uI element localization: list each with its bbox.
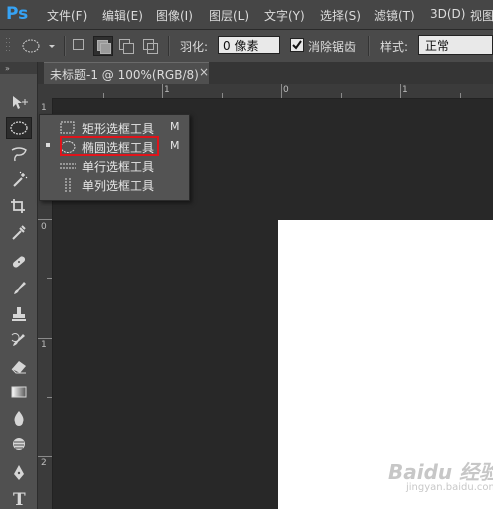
style-select[interactable]: 正常: [418, 35, 493, 55]
flyout-item-single-column-marquee[interactable]: 单列选框工具: [40, 175, 189, 194]
separator: [64, 36, 66, 56]
menu-type[interactable]: 文字(Y): [264, 7, 305, 24]
menu-filter[interactable]: 滤镜(T): [374, 7, 415, 24]
type-tool-icon[interactable]: T: [6, 487, 32, 509]
menu-3d[interactable]: 3D(D): [430, 7, 465, 21]
watermark-subtext: jingyan.baidu.com: [406, 482, 493, 493]
feather-input[interactable]: 0 像素: [218, 36, 280, 54]
magic-wand-tool-icon[interactable]: [6, 169, 32, 191]
single-row-marquee-icon: [60, 163, 76, 169]
subtract-from-selection-icon[interactable]: [118, 38, 134, 54]
dodge-tool-icon[interactable]: [6, 433, 32, 455]
ruler-label: 1: [41, 103, 47, 113]
ruler-label: 1: [402, 85, 408, 95]
add-to-selection-icon[interactable]: [93, 36, 113, 56]
svg-text:»: »: [5, 64, 10, 73]
flyout-item-rect-marquee[interactable]: 矩形选框工具 M: [40, 118, 189, 137]
separator: [368, 36, 370, 56]
clone-stamp-tool-icon[interactable]: [6, 303, 32, 325]
style-label: 样式:: [380, 40, 409, 54]
single-column-marquee-icon: [65, 178, 71, 192]
document-tab-title: 未标题-1 @ 100%(RGB/8): [50, 68, 199, 82]
healing-brush-tool-icon[interactable]: [6, 251, 32, 273]
intersect-selection-icon[interactable]: [142, 38, 158, 54]
history-brush-tool-icon[interactable]: [6, 329, 32, 351]
ruler-label: 2: [41, 458, 47, 468]
ruler-label: 0: [41, 222, 47, 232]
ruler-origin[interactable]: [38, 84, 52, 98]
eyedropper-tool-icon[interactable]: [6, 221, 32, 243]
ruler-label: 1: [164, 85, 170, 95]
move-tool-icon[interactable]: [6, 91, 32, 113]
ellipse-marquee-tool-icon[interactable]: [6, 117, 32, 139]
menu-select[interactable]: 选择(S): [320, 7, 361, 24]
selection-highlight-box: [60, 136, 159, 156]
horizontal-ruler[interactable]: 1 0 1: [38, 84, 493, 99]
pen-tool-icon[interactable]: [6, 461, 32, 483]
antialias-checkbox[interactable]: [290, 38, 304, 52]
antialias-label: 消除锯齿: [308, 40, 357, 54]
separator: [168, 36, 170, 56]
menu-edit[interactable]: 编辑(E): [102, 7, 143, 24]
tools-panel-header[interactable]: »: [0, 62, 37, 74]
brush-tool-icon[interactable]: [6, 277, 32, 299]
flyout-item-single-row-marquee[interactable]: 单行选框工具: [40, 156, 189, 175]
svg-text:T: T: [13, 490, 26, 507]
menu-image[interactable]: 图像(I): [156, 7, 193, 24]
photoshop-logo: Ps: [6, 4, 29, 24]
ruler-label: 0: [283, 85, 289, 95]
flyout-item-label: 单列选框工具: [82, 179, 155, 193]
flyout-item-label: 单行选框工具: [82, 160, 155, 174]
options-grip-icon: [4, 36, 12, 56]
baidu-watermark: Baidu 经验 jingyan.baidu.com: [388, 456, 493, 500]
watermark-text: Baidu 经验: [388, 460, 493, 484]
rect-marquee-icon: [60, 121, 75, 134]
crop-tool-icon[interactable]: [6, 195, 32, 217]
gradient-tool-icon[interactable]: [6, 381, 32, 403]
marquee-tool-flyout: 矩形选框工具 M 椭圆选框工具 M 单行选框工具 单列选框工具: [39, 114, 190, 201]
feather-label: 羽化:: [180, 40, 209, 54]
document-tab[interactable]: 未标题-1 @ 100%(RGB/8) ×: [44, 62, 209, 84]
ellipse-marquee-preset-icon: [22, 39, 55, 53]
options-bar: 羽化: 0 像素 消除锯齿 样式: 正常: [0, 30, 493, 63]
flyout-item-shortcut: M: [170, 139, 180, 152]
menu-bar: Ps 文件(F) 编辑(E) 图像(I) 图层(L) 文字(Y) 选择(S) 滤…: [0, 0, 493, 30]
new-selection-icon[interactable]: [73, 39, 85, 51]
flyout-item-shortcut: M: [170, 120, 180, 133]
checkmark-icon: [292, 40, 302, 50]
menu-file[interactable]: 文件(F): [47, 7, 87, 24]
flyout-item-label: 矩形选框工具: [82, 122, 155, 136]
menu-layer[interactable]: 图层(L): [209, 7, 249, 24]
tool-preset-picker[interactable]: [18, 37, 56, 55]
lasso-tool-icon[interactable]: [6, 143, 32, 165]
close-icon[interactable]: ×: [199, 65, 209, 79]
menu-view[interactable]: 视图: [470, 7, 493, 24]
blur-tool-icon[interactable]: [6, 407, 32, 429]
ruler-label: 1: [41, 340, 47, 350]
eraser-tool-icon[interactable]: [6, 355, 32, 377]
